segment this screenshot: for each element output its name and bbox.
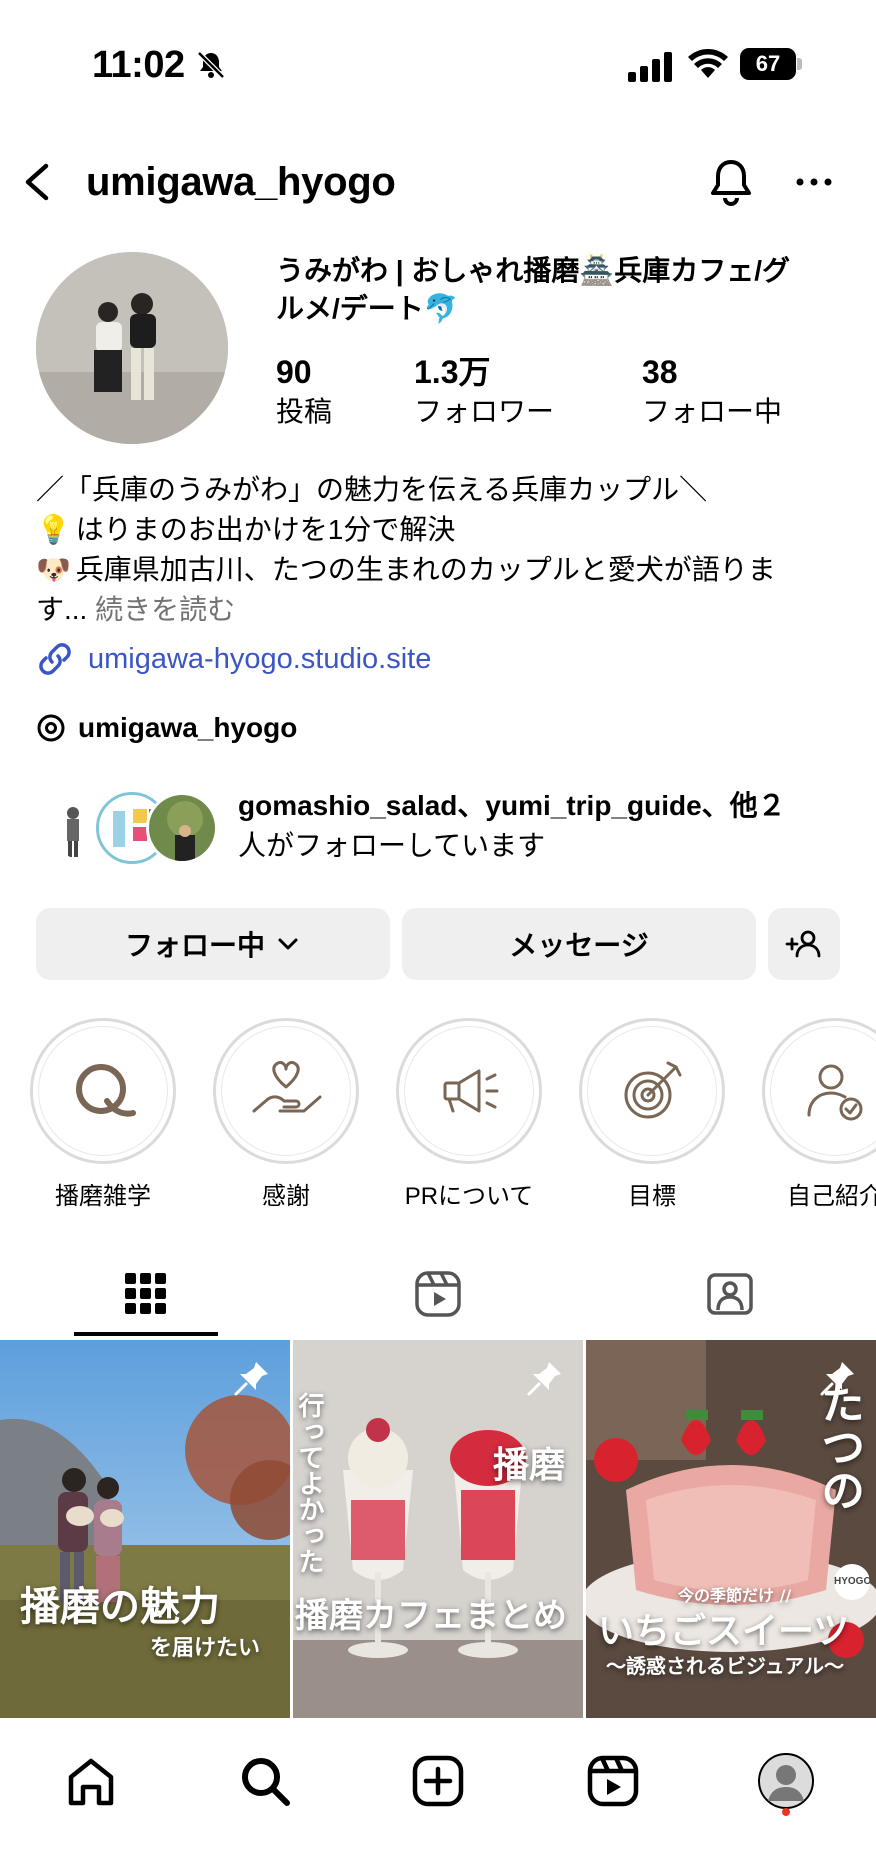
highlight-goal[interactable]: 目標 (577, 1018, 727, 1211)
post-thumbnail[interactable]: 行ってよかった 播磨 播磨カフェまとめ (293, 1340, 583, 1718)
q-letter-icon (76, 1064, 136, 1117)
battery-icon: 67 (740, 48, 802, 80)
active-tab-indicator (74, 1332, 218, 1336)
bio-line: 💡 はりまのお出かけを1分で解決 (36, 510, 836, 550)
person-check-icon (807, 1064, 863, 1121)
post-overlay-subtitle: を届けたい (150, 1635, 261, 1661)
create-post-icon (412, 1755, 464, 1807)
post-thumbnail[interactable]: たつの HYOGO 今の季節だけ // いちごスイーツ 〜誘惑されるビジュアル〜 (586, 1340, 876, 1718)
pin-icon (820, 1362, 854, 1396)
tagged-person-icon (707, 1273, 753, 1315)
post-overlay-vertical: 行ってよかった (294, 1392, 324, 1574)
message-button[interactable]: メッセージ (402, 908, 756, 980)
link-icon (39, 643, 71, 675)
highlight-self-intro[interactable]: 自己紹介 (760, 1018, 876, 1211)
highlight-pr[interactable]: PRについて (394, 1018, 544, 1211)
following-button[interactable]: フォロー中 (36, 908, 390, 980)
battery-level: 67 (740, 48, 796, 80)
highlight-trivia[interactable]: 播磨雑学 (28, 1018, 178, 1211)
add-person-icon (785, 930, 821, 958)
chevron-down-icon (278, 938, 298, 950)
megaphone-icon (443, 1069, 499, 1113)
post-overlay-badge: HYOGO (834, 1564, 871, 1600)
target-icon (624, 1061, 682, 1119)
stat-posts[interactable]: 90 投稿 (276, 352, 332, 432)
bottom-navigation (0, 1718, 876, 1866)
profile-website-link[interactable]: umigawa-hyogo.studio.site (36, 640, 431, 678)
nav-search[interactable] (230, 1746, 300, 1816)
profile-bio: ／「兵庫のうみがわ」の魅力を伝える兵庫カップル＼ 💡 はりまのお出かけを1分で解… (36, 470, 836, 630)
profile-header: umigawa_hyogo (0, 150, 876, 214)
stat-following[interactable]: 38 フォロー中 (642, 352, 782, 432)
back-chevron-icon[interactable] (18, 158, 58, 206)
tab-posts-grid[interactable] (73, 1250, 219, 1338)
post-overlay-top: たつの (813, 1380, 864, 1512)
cellular-signal-icon (628, 52, 672, 82)
header-username: umigawa_hyogo (86, 160, 396, 204)
nav-reels[interactable] (578, 1746, 648, 1816)
highlight-thanks[interactable]: 感謝 (211, 1018, 361, 1211)
mutual-followers[interactable]: gomashio_salad、yumi_trip_guide、他２ 人がフォロー… (50, 786, 850, 866)
read-more-link[interactable]: 続きを読む (95, 594, 235, 625)
tab-reels[interactable] (365, 1250, 511, 1338)
bio-line: す... 続きを読む (36, 594, 236, 625)
nav-home[interactable] (56, 1746, 126, 1816)
posts-grid: 播磨の魅力 を届けたい 行ってよかった 播磨 播磨カフェまとめ たつの HYOG… (0, 1340, 876, 1718)
nav-create[interactable] (403, 1746, 473, 1816)
pin-icon (527, 1362, 561, 1396)
bell-muted-icon (197, 51, 225, 79)
reels-icon (587, 1755, 639, 1807)
post-overlay-title: 播磨の魅力 (20, 1583, 220, 1630)
threads-badge[interactable]: umigawa_hyogo (36, 712, 297, 744)
mutual-followers-text: gomashio_salad、yumi_trip_guide、他２ 人がフォロー… (238, 790, 786, 861)
mutual-avatar (146, 792, 218, 864)
bio-line: 🐶 兵庫県加古川、たつの生まれのカップルと愛犬が語りま (36, 550, 836, 590)
pin-icon (234, 1362, 268, 1396)
profile-tabs (0, 1250, 876, 1338)
profile-avatar[interactable] (36, 252, 228, 444)
status-bar: 11:02 67 (0, 0, 876, 120)
home-icon (68, 1758, 114, 1806)
dog-icon: 🐶 (36, 554, 71, 585)
lightbulb-icon: 💡 (36, 514, 71, 545)
post-overlay-subtitle: 〜誘惑されるビジュアル〜 (606, 1654, 844, 1678)
stat-followers[interactable]: 1.3万 フォロワー (414, 352, 554, 432)
heart-hand-icon (252, 1061, 322, 1113)
notification-dot (782, 1808, 790, 1816)
grid-icon (125, 1273, 166, 1314)
post-overlay-title: いちごスイーツ (598, 1610, 850, 1652)
wifi-icon (688, 49, 728, 78)
post-overlay-title: 播磨カフェまとめ (295, 1596, 567, 1636)
bio-line: ／「兵庫のうみがわ」の魅力を伝える兵庫カップル＼ (36, 474, 708, 505)
profile-avatar-icon (758, 1753, 814, 1809)
suggested-users-button[interactable] (768, 908, 840, 980)
status-time: 11:02 (92, 44, 185, 86)
notification-bell-icon[interactable] (706, 156, 756, 208)
post-thumbnail[interactable]: 播磨の魅力 を届けたい (0, 1340, 290, 1718)
search-icon (242, 1758, 290, 1806)
threads-icon (37, 714, 65, 742)
nav-profile[interactable] (751, 1746, 821, 1816)
profile-display-name: うみがわ | おしゃれ播磨🏯兵庫カフェ/グ ルメ/デート🐬 (276, 255, 791, 324)
reels-icon (415, 1271, 461, 1317)
post-overlay-top: 播磨 (493, 1444, 566, 1486)
more-options-icon[interactable] (790, 164, 838, 200)
tab-tagged[interactable] (657, 1250, 803, 1338)
